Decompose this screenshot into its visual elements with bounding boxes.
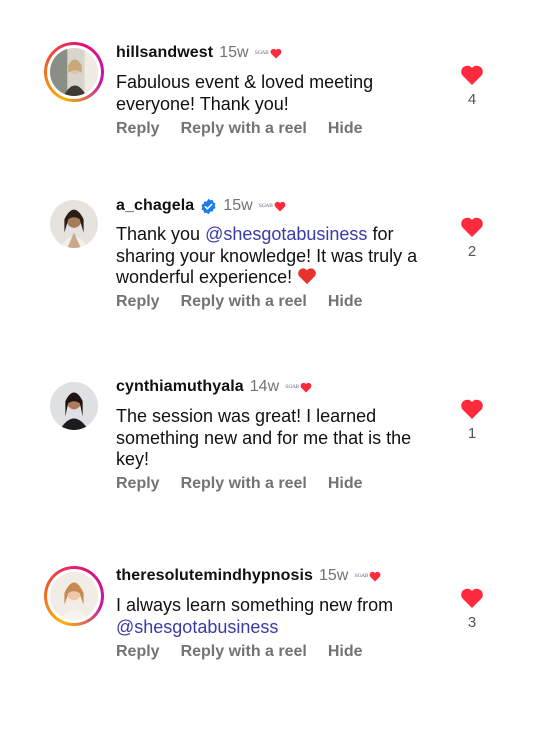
avatar[interactable] [44, 566, 104, 626]
like-count: 1 [467, 425, 477, 442]
reply-button[interactable]: Reply [116, 643, 160, 661]
mention-link[interactable]: @shesgotabusiness [116, 617, 278, 637]
reply-with-reel-button[interactable]: Reply with a reel [181, 120, 307, 138]
reply-with-reel-button[interactable]: Reply with a reel [181, 293, 307, 311]
comment-time: 15w [219, 44, 249, 61]
comment-text-segment: Thank you [116, 224, 206, 244]
reply-button[interactable]: Reply [116, 475, 160, 493]
comment-text: The session was great! I learned somethi… [116, 406, 446, 471]
like-count: 2 [467, 243, 477, 260]
profile-photo [50, 48, 98, 96]
heart-icon[interactable] [460, 587, 484, 609]
hide-button[interactable]: Hide [328, 293, 363, 311]
badge-icon: SGAB [259, 201, 286, 212]
red-heart-emoji-icon [298, 268, 316, 285]
comment-username[interactable]: cynthiamuthyala [116, 378, 244, 396]
comment-time: 15w [223, 197, 253, 214]
verified-badge-icon [201, 198, 216, 214]
comment-username[interactable]: a_chagela [116, 197, 194, 215]
heart-icon[interactable] [460, 216, 484, 238]
like-count: 3 [467, 614, 477, 631]
comment-time: 14w [249, 378, 280, 395]
comment-text: Fabulous event & loved meeting everyone!… [116, 72, 446, 115]
comment-text: I always learn something new from @shesg… [116, 595, 446, 638]
comment-text: Thank you @shesgotabusiness for sharing … [116, 224, 446, 289]
like-count: 4 [467, 91, 477, 108]
reply-with-reel-button[interactable]: Reply with a reel [181, 475, 307, 493]
hide-button[interactable]: Hide [328, 120, 363, 138]
heart-icon[interactable] [460, 64, 484, 86]
hide-button[interactable]: Hide [328, 475, 363, 493]
badge-icon: SGAB [285, 382, 312, 393]
reply-button[interactable]: Reply [116, 293, 160, 311]
comment-text-segment: The session was great! I learned somethi… [116, 406, 412, 469]
profile-photo [50, 572, 98, 620]
profile-photo [50, 200, 98, 248]
reply-button[interactable]: Reply [116, 120, 160, 138]
avatar[interactable] [44, 376, 104, 436]
comment-text-segment: I always learn something new from [116, 595, 394, 615]
reply-with-reel-button[interactable]: Reply with a reel [181, 643, 307, 661]
comment-text-segment: Fabulous event & loved meeting everyone!… [116, 72, 374, 114]
comment-username[interactable]: hillsandwest [116, 44, 213, 62]
comment-username[interactable]: theresolutemindhypnosis [116, 567, 313, 585]
comment-time: 15w [319, 567, 349, 584]
badge-icon: SGAB [354, 571, 381, 582]
profile-photo [50, 382, 98, 430]
avatar[interactable] [44, 42, 104, 102]
badge-icon: SGAB [255, 48, 282, 59]
avatar[interactable] [44, 194, 104, 254]
heart-icon[interactable] [460, 398, 484, 420]
hide-button[interactable]: Hide [328, 643, 363, 661]
mention-link[interactable]: @shesgotabusiness [205, 224, 367, 244]
